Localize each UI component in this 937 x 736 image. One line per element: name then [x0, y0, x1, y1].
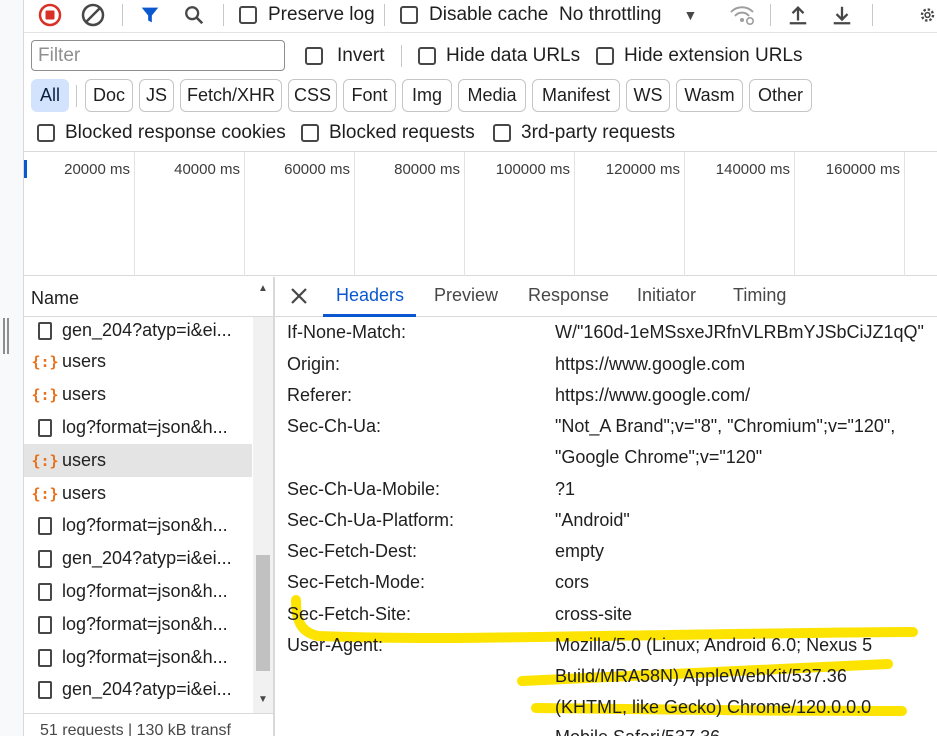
highlight-annotation — [291, 595, 918, 716]
header-value: "Android" — [555, 510, 630, 530]
header-key: Sec-Fetch-Dest: — [287, 541, 418, 561]
header-key: User-Agent: — [287, 635, 384, 655]
header-value: W/"160d-1eMSsxeJRfnVLRBmYJSbCiJZ1qQ" — [555, 322, 924, 342]
header-value: Mobile Safari/537.36 — [555, 727, 720, 736]
header-key: If-None-Match: — [287, 322, 407, 342]
header-key: Sec-Ch-Ua-Platform: — [287, 510, 455, 530]
header-value: ?1 — [555, 479, 576, 499]
header-value: cross-site — [555, 604, 633, 624]
header-value: https://www.google.com — [555, 354, 746, 374]
header-value: Build/MRA58N) AppleWebKit/537.36 — [555, 666, 847, 686]
header-value: Mozilla/5.0 (Linux; Android 6.0; Nexus 5 — [555, 635, 873, 655]
header-key: Sec-Fetch-Site: — [287, 604, 412, 624]
header-value: (KHTML, like Gecko) Chrome/120.0.0.0 — [555, 697, 872, 717]
header-key: Sec-Ch-Ua-Mobile: — [287, 479, 441, 499]
header-key: Sec-Ch-Ua: — [287, 416, 382, 436]
header-key: Sec-Fetch-Mode: — [287, 572, 426, 592]
header-key: Referer: — [287, 385, 353, 405]
header-value: empty — [555, 541, 605, 561]
header-value: https://www.google.com/ — [555, 385, 751, 405]
header-key: Origin: — [287, 354, 341, 374]
header-value: "Google Chrome";v="120" — [555, 447, 763, 467]
header-value: cors — [555, 572, 590, 592]
header-value: "Not_A Brand";v="8", "Chromium";v="120", — [555, 416, 896, 436]
